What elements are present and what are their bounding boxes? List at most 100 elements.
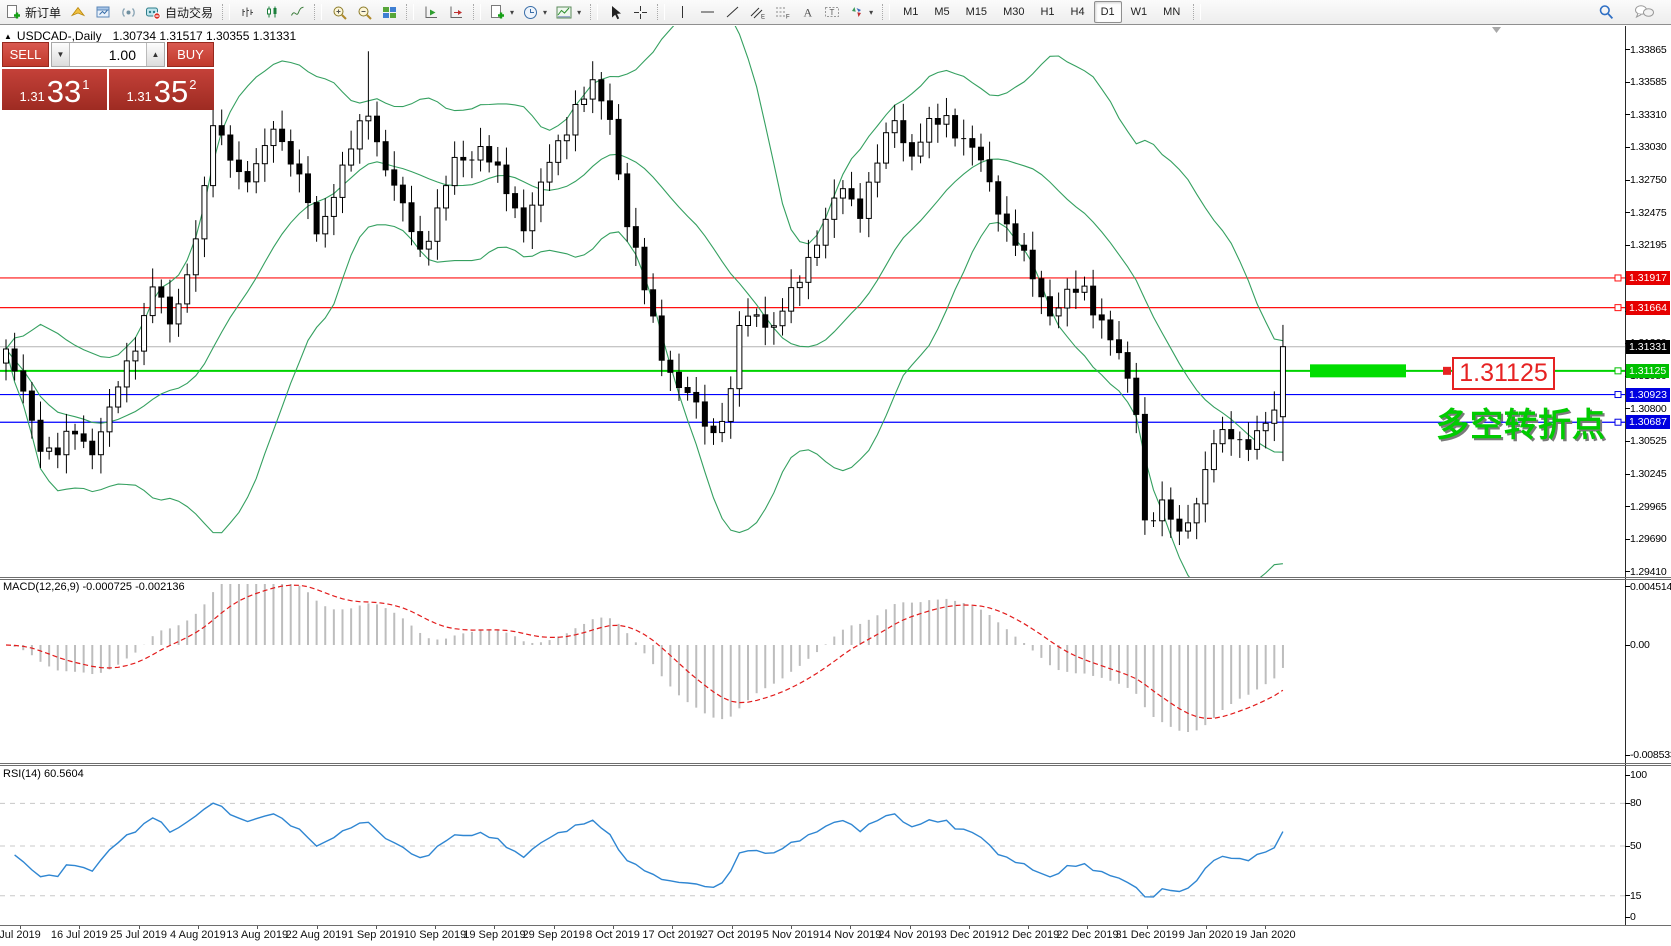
price-axis-label: 1.30245 [1630,467,1667,481]
price-axis-label: 1.33585 [1630,75,1667,89]
time-axis-label: 9 Jan 2020 [1179,929,1233,941]
price-axis-label: 1.33865 [1630,43,1667,57]
indicators-button[interactable]: ▾ [486,2,518,22]
time-axis-label: 19 Sep 2019 [463,929,525,941]
price-axis-tick [1625,506,1630,507]
chevron-down-icon: ▾ [577,8,581,17]
svg-text:E: E [761,15,765,20]
one-click-trading-panel[interactable]: SELL ▼ 1.00 ▲ BUY 1.31 33 1 1.31 35 2 [2,42,214,110]
search-button[interactable] [1594,2,1618,22]
rsi-axis-label: 15 [1630,889,1641,903]
time-axis-label: 16 Jul 2019 [51,929,108,941]
macd-panel-canvas[interactable] [0,581,1625,763]
fibonacci-button[interactable]: F [770,2,794,22]
autotrading-label: 自动交易 [165,4,213,21]
rsi-axis-tick [1625,846,1630,847]
price-axis-label: 1.30525 [1630,434,1667,448]
trendline-button[interactable] [720,2,744,22]
chart-shift-button[interactable] [444,2,468,22]
candlestick-chart-button[interactable] [260,2,284,22]
timeframe-button-m30[interactable]: M30 [996,1,1031,23]
sell-price-small: 1.31 [19,89,44,104]
time-axis-label: 12 Dec 2019 [997,929,1059,941]
price-axis-tick [1625,114,1630,115]
timeframe-button-d1[interactable]: D1 [1094,1,1122,23]
toolbar-separator [473,4,481,20]
price-axis-label: 1.29690 [1630,532,1667,546]
buy-price[interactable]: 1.31 35 2 [109,69,214,110]
periods-button[interactable]: ▾ [519,2,551,22]
panel-separator [0,765,1671,766]
main-chart-canvas[interactable] [0,26,1625,577]
signals-button[interactable] [116,2,140,22]
volume-decrease-button[interactable]: ▼ [52,43,70,66]
sell-button[interactable]: SELL [2,42,49,67]
crosshair-button[interactable] [628,2,652,22]
equidistant-channel-button[interactable]: E [745,2,769,22]
chevron-down-icon: ▾ [543,8,547,17]
rsi-axis-label: 50 [1630,839,1641,853]
time-axis-label: 5 Nov 2019 [763,929,819,941]
zoom-out-button[interactable] [352,2,376,22]
templates-icon [556,6,572,19]
svg-text:T: T [830,8,835,17]
time-axis-label: 27 Oct 2019 [702,929,762,941]
timeframe-button-w1[interactable]: W1 [1124,1,1155,23]
volume-stepper[interactable]: ▼ 1.00 ▲ [51,42,165,67]
toolbar-separator [590,4,598,20]
new-chart-button[interactable] [91,2,115,22]
horizontal-line-button[interactable] [695,2,719,22]
metaeditor-button[interactable] [66,2,90,22]
bar-chart-button[interactable] [235,2,259,22]
vertical-line-icon [676,5,689,19]
buy-button[interactable]: BUY [167,42,214,67]
timeframe-button-mn[interactable]: MN [1156,1,1187,23]
timeframe-toolbar: M1M5M15M30H1H4D1W1MN [895,1,1188,23]
chinese-annotation[interactable]: 多空转折点 [1436,398,1606,446]
panel-separator[interactable] [0,763,1671,764]
rsi-panel-canvas[interactable] [0,767,1625,924]
templates-button[interactable]: ▾ [552,2,585,22]
sell-price[interactable]: 1.31 33 1 [2,69,107,110]
timeframe-button-m15[interactable]: M15 [959,1,994,23]
cursor-button[interactable] [603,2,627,22]
chat-button[interactable] [1630,2,1659,22]
trendline-icon [725,5,740,19]
price-axis-tick [1625,212,1630,213]
volume-increase-button[interactable]: ▲ [146,43,164,66]
text-label-button[interactable]: T [820,2,844,22]
timeframe-button-h1[interactable]: H1 [1033,1,1061,23]
price-axis-label: 1.32195 [1630,238,1667,252]
price-level-badge: 1.31125 [1626,364,1669,378]
zoom-in-button[interactable] [327,2,351,22]
macd-axis-label: 0.00 [1630,638,1650,652]
signals-icon [121,5,136,20]
autotrading-button[interactable]: 自动交易 [141,2,217,22]
timeframe-button-m1[interactable]: M1 [896,1,925,23]
panel-separator[interactable] [0,577,1671,578]
timeframe-button-m5[interactable]: M5 [927,1,956,23]
vertical-line-button[interactable] [670,2,694,22]
price-axis-label: 1.30800 [1630,402,1667,416]
price-axis-tick [1625,474,1630,475]
price-annotation-label[interactable]: 1.31125 [1452,357,1555,390]
arrows-button[interactable]: ▾ [845,2,877,22]
price-axis-label: 1.33310 [1630,108,1667,122]
time-axis-label: 29 Sep 2019 [522,929,584,941]
volume-input[interactable]: 1.00 [70,43,146,66]
zoom-in-icon [332,5,347,20]
auto-scroll-button[interactable] [419,2,443,22]
time-axis-border [0,925,1671,926]
time-axis-label: 31 Dec 2019 [1115,929,1177,941]
tile-windows-button[interactable] [377,2,401,22]
line-chart-button[interactable] [285,2,309,22]
chart-shift-icon [449,5,464,19]
price-level-badge: 1.30687 [1626,415,1670,429]
text-button[interactable]: A [795,2,819,22]
time-axis-label: 25 Jul 2019 [110,929,167,941]
timeframe-button-h4[interactable]: H4 [1064,1,1092,23]
time-axis-label: 22 Dec 2019 [1056,929,1118,941]
price-axis-label: 1.32750 [1630,173,1667,187]
new-order-button[interactable]: 新订单 [2,2,65,22]
rsi-axis-label: 0 [1630,910,1636,924]
